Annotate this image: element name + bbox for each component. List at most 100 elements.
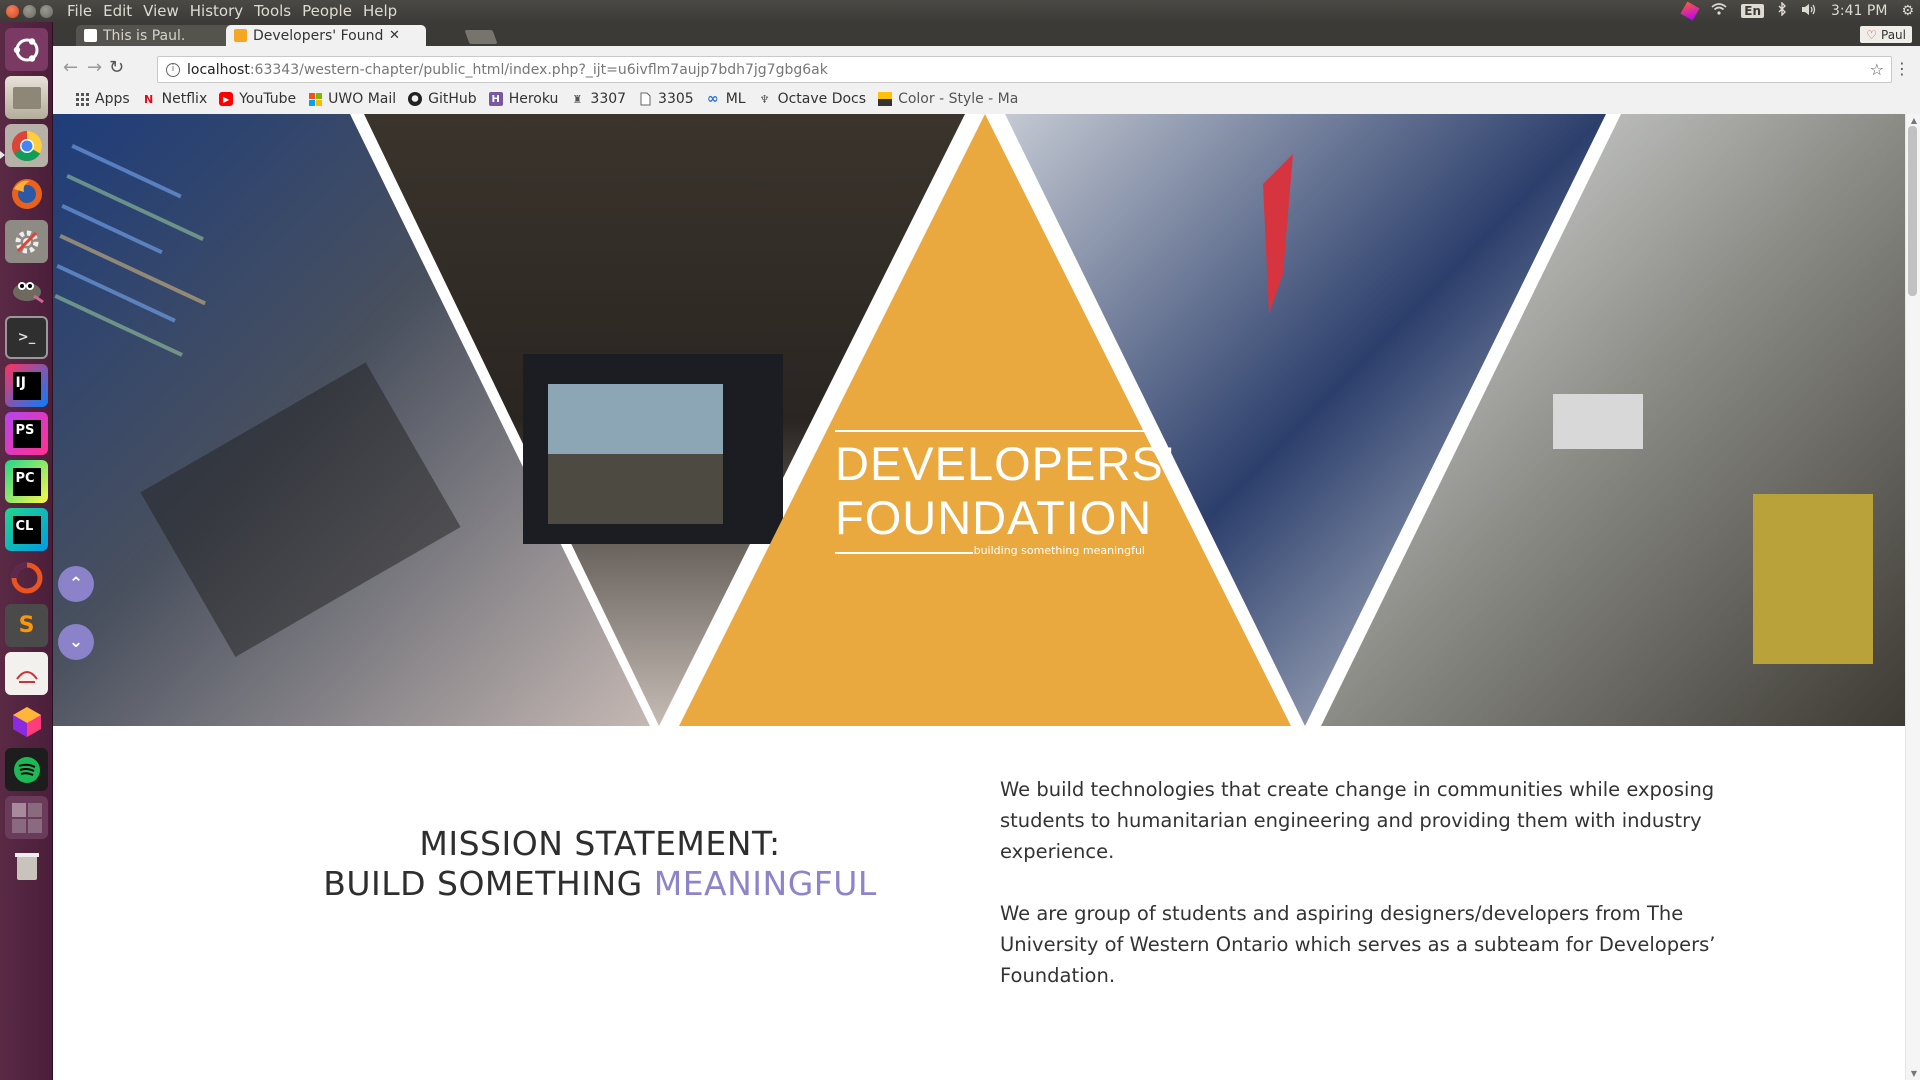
bookmark-youtube[interactable]: ▶ YouTube — [219, 91, 296, 107]
ubuntu-launcher: >_ IJ PS PC CL S — [0, 22, 53, 1080]
sublime-text-icon[interactable]: S — [5, 604, 48, 647]
bookmark-3305[interactable]: 3305 — [638, 91, 694, 107]
back-arrow-icon[interactable]: ← — [63, 57, 78, 78]
brand-rule — [835, 430, 1145, 432]
scroll-down-button[interactable]: ⌄ — [58, 624, 94, 660]
new-tab-button[interactable] — [464, 30, 498, 44]
clion-icon[interactable]: CL — [5, 508, 48, 551]
address-bar[interactable]: i localhost:63343/western-chapter/public… — [157, 56, 1892, 83]
terminal-icon[interactable]: >_ — [5, 316, 48, 359]
page-info-icon[interactable]: i — [166, 62, 180, 77]
spotify-icon[interactable] — [5, 748, 48, 791]
tab-label: Developers' Found — [253, 27, 383, 44]
scrollbar-thumb[interactable] — [1908, 126, 1917, 296]
maximize-window-button[interactable] — [40, 4, 53, 18]
mission-heading: MISSION STATEMENT: — [419, 824, 781, 863]
gitkraken-icon[interactable] — [5, 700, 48, 743]
pycharm-icon[interactable]: PC — [5, 460, 48, 503]
document-viewer-icon[interactable] — [5, 652, 48, 695]
github-icon — [408, 92, 423, 106]
mission-accent: MEANINGFUL — [653, 864, 877, 903]
bookmark-heroku[interactable]: H Heroku — [488, 91, 558, 107]
profile-name: Paul — [1881, 27, 1906, 42]
heroku-icon: H — [488, 92, 503, 106]
bookmark-star-icon[interactable]: ☆ — [1870, 60, 1884, 79]
system-settings-icon[interactable] — [5, 220, 48, 263]
close-window-button[interactable] — [6, 4, 19, 18]
menu-history[interactable]: History — [190, 2, 243, 20]
tab-label: This is Paul. — [103, 27, 186, 44]
chrome-icon[interactable] — [5, 124, 48, 167]
bookmark-3307[interactable]: ♜ 3307 — [570, 91, 626, 107]
bookmark-ml[interactable]: ∞ ML — [706, 91, 746, 107]
profile-icon: ♡ — [1866, 27, 1877, 42]
apps-grid-icon — [75, 92, 89, 106]
bookmark-label: 3305 — [658, 91, 694, 107]
bookmark-apps[interactable]: Apps — [75, 91, 130, 107]
bookmark-color-style[interactable]: Color - Style - Ma — [878, 91, 1018, 107]
bookmark-uwo-mail[interactable]: UWO Mail — [308, 91, 396, 107]
bookmark-label: GitHub — [428, 91, 477, 107]
bookmark-label: Apps — [95, 91, 130, 107]
firefox-icon[interactable] — [5, 172, 48, 215]
menu-edit[interactable]: Edit — [103, 2, 132, 20]
grass-decoration — [548, 454, 723, 524]
app-menu-bar: File Edit View History Tools People Help — [67, 2, 397, 20]
gitkraken-tray-icon[interactable] — [1680, 1, 1700, 21]
system-tray: En 3:41 PM ⚙ — [1680, 0, 1914, 22]
menu-people[interactable]: People — [302, 2, 352, 20]
infinity-icon: ∞ — [706, 91, 719, 107]
window-controls — [6, 4, 53, 18]
bookmark-label: YouTube — [239, 91, 297, 107]
mission-statement: MISSION STATEMENT: BUILD SOMETHING MEANI… — [53, 824, 1147, 904]
files-icon[interactable] — [5, 76, 48, 119]
clock[interactable]: 3:41 PM — [1831, 3, 1887, 19]
settings-gear-icon[interactable]: ⚙ — [1901, 3, 1914, 19]
intellij-icon[interactable]: IJ — [5, 364, 48, 407]
wifi-icon[interactable] — [1711, 3, 1727, 19]
material-design-icon — [878, 92, 893, 106]
bookmark-netflix[interactable]: N Netflix — [142, 91, 208, 107]
menu-file[interactable]: File — [67, 2, 92, 20]
scroll-down-arrow-icon[interactable]: ▼ — [1911, 1069, 1917, 1078]
phpstorm-icon[interactable]: PS — [5, 412, 48, 455]
scroll-up-arrow-icon[interactable]: ▲ — [1911, 116, 1917, 125]
brand-title-line2: FOUNDATION — [835, 491, 1153, 544]
ubuntu-software-icon[interactable] — [5, 556, 48, 599]
keyboard-layout-indicator[interactable]: En — [1741, 4, 1765, 18]
couch-decoration — [1753, 494, 1873, 664]
page-scrollbar[interactable]: ▲ ▼ — [1905, 114, 1920, 1080]
ubuntu-dash-icon[interactable] — [5, 28, 48, 71]
brand-title-line1: DEVELOPERS’ — [835, 437, 1176, 490]
about-paragraph-1: We build technologies that create change… — [1000, 778, 1715, 863]
bookmark-label: ML — [725, 91, 746, 107]
bookmark-label: Color - Style - Ma — [898, 91, 1019, 107]
forward-arrow-icon[interactable]: → — [87, 57, 102, 78]
menu-view[interactable]: View — [143, 2, 179, 20]
profile-button[interactable]: ♡ Paul — [1860, 26, 1912, 43]
brand-tagline: building something meaningful — [973, 544, 1145, 557]
trash-icon[interactable] — [5, 844, 48, 887]
gimp-icon[interactable] — [5, 268, 48, 311]
close-tab-icon[interactable]: ✕ — [389, 28, 400, 43]
menu-help[interactable]: Help — [363, 2, 397, 20]
brand-tagline-row: building something meaningful — [835, 544, 1145, 562]
minimize-window-button[interactable] — [23, 4, 36, 18]
volume-icon[interactable] — [1801, 3, 1817, 20]
bookmark-label: UWO Mail — [328, 91, 397, 107]
menu-tools[interactable]: Tools — [254, 2, 291, 20]
bookmark-github[interactable]: GitHub — [408, 91, 477, 107]
tab-developers-foundation[interactable]: Developers' Found ✕ — [226, 25, 426, 46]
about-paragraph-2: We are group of students and aspiring de… — [1000, 902, 1716, 987]
system-top-bar: File Edit View History Tools People Help… — [0, 0, 1920, 22]
scroll-up-button[interactable]: ⌃ — [58, 566, 94, 602]
bookmark-label: Netflix — [161, 91, 208, 107]
reload-icon[interactable]: ↻ — [109, 57, 124, 78]
brand-logo: DEVELOPERS’ FOUNDATION building somethin… — [835, 430, 1176, 562]
bluetooth-icon[interactable] — [1778, 1, 1787, 20]
chrome-menu-icon[interactable]: ⋮ — [1894, 59, 1910, 78]
bookmark-octave-docs[interactable]: ♆ Octave Docs — [758, 91, 866, 107]
youtube-icon: ▶ — [219, 92, 234, 106]
hero-banner: DEVELOPERS’ FOUNDATION building somethin… — [53, 114, 1905, 726]
workspace-switcher-icon[interactable] — [5, 796, 48, 839]
